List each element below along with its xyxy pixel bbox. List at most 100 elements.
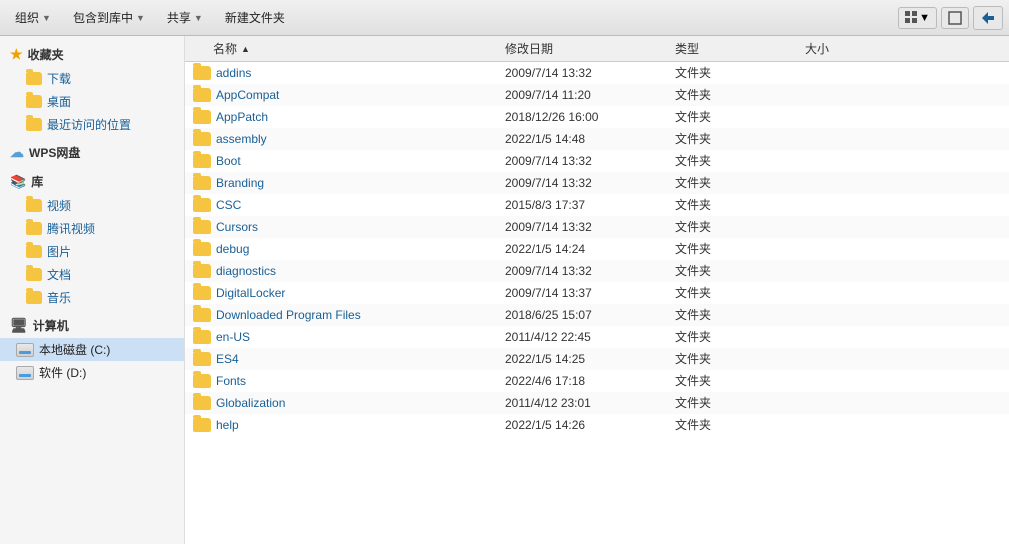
table-row[interactable]: addins 2009/7/14 13:32 文件夹 <box>185 62 1009 84</box>
column-date-label: 修改日期 <box>505 42 553 56</box>
sidebar: ★ 收藏夹 下载 桌面 最近访问的位置 ☁ WPS网盘 <box>0 36 185 544</box>
table-row[interactable]: AppPatch 2018/12/26 16:00 文件夹 <box>185 106 1009 128</box>
table-row[interactable]: Boot 2009/7/14 13:32 文件夹 <box>185 150 1009 172</box>
include-library-arrow-icon: ▼ <box>136 13 145 23</box>
file-date-cell: 2018/12/26 16:00 <box>505 110 675 124</box>
column-size-label: 大小 <box>805 42 829 56</box>
table-row[interactable]: en-US 2011/4/12 22:45 文件夹 <box>185 326 1009 348</box>
videos-label: 视频 <box>47 197 71 214</box>
column-date[interactable]: 修改日期 <box>505 40 675 57</box>
local-disk-label: 本地磁盘 (C:) <box>39 341 110 358</box>
table-row[interactable]: AppCompat 2009/7/14 11:20 文件夹 <box>185 84 1009 106</box>
file-date-cell: 2009/7/14 13:37 <box>505 286 675 300</box>
file-date-cell: 2022/1/5 14:26 <box>505 418 675 432</box>
file-name: assembly <box>216 132 267 146</box>
file-name-cell: Cursors <box>185 220 505 234</box>
folder-icon <box>193 264 211 278</box>
folder-icon <box>26 268 42 281</box>
sidebar-item-tencent-video[interactable]: 腾讯视频 <box>0 217 184 240</box>
file-date-cell: 2009/7/14 11:20 <box>505 88 675 102</box>
file-name-cell: ES4 <box>185 352 505 366</box>
table-row[interactable]: debug 2022/1/5 14:24 文件夹 <box>185 238 1009 260</box>
folder-icon <box>193 66 211 80</box>
computer-header[interactable]: 🖥 计算机 <box>0 313 184 338</box>
table-row[interactable]: diagnostics 2009/7/14 13:32 文件夹 <box>185 260 1009 282</box>
table-row[interactable]: Globalization 2011/4/12 23:01 文件夹 <box>185 392 1009 414</box>
sidebar-item-local-disk[interactable]: 本地磁盘 (C:) <box>0 338 184 361</box>
window-icon <box>948 11 962 25</box>
table-row[interactable]: assembly 2022/1/5 14:48 文件夹 <box>185 128 1009 150</box>
file-name-cell: debug <box>185 242 505 256</box>
back-icon <box>980 10 996 26</box>
column-type-label: 类型 <box>675 42 699 56</box>
file-date-cell: 2009/7/14 13:32 <box>505 176 675 190</box>
sidebar-item-soft-disk[interactable]: 软件 (D:) <box>0 361 184 384</box>
window-button[interactable] <box>941 7 969 29</box>
file-name-cell: AppPatch <box>185 110 505 124</box>
column-headers: 名称 ▲ 修改日期 类型 大小 <box>185 36 1009 62</box>
file-type-cell: 文件夹 <box>675 350 805 367</box>
folder-icon <box>193 286 211 300</box>
file-date-cell: 2009/7/14 13:32 <box>505 264 675 278</box>
sidebar-item-documents[interactable]: 文档 <box>0 263 184 286</box>
library-section: 📚 库 视频 腾讯视频 图片 文档 音乐 <box>0 169 184 309</box>
file-name: CSC <box>216 198 241 212</box>
folder-icon <box>193 418 211 432</box>
file-name-cell: en-US <box>185 330 505 344</box>
favorites-header[interactable]: ★ 收藏夹 <box>0 42 184 67</box>
file-type-cell: 文件夹 <box>675 64 805 81</box>
folder-icon <box>193 132 211 146</box>
file-name: Boot <box>216 154 241 168</box>
table-row[interactable]: Fonts 2022/4/6 17:18 文件夹 <box>185 370 1009 392</box>
folder-icon <box>26 222 42 235</box>
sidebar-item-videos[interactable]: 视频 <box>0 194 184 217</box>
sidebar-item-downloads[interactable]: 下载 <box>0 67 184 90</box>
library-header[interactable]: 📚 库 <box>0 169 184 194</box>
sidebar-item-desktop[interactable]: 桌面 <box>0 90 184 113</box>
file-name-cell: DigitalLocker <box>185 286 505 300</box>
column-size[interactable]: 大小 <box>805 40 905 57</box>
view-toggle-button[interactable]: ▼ <box>898 7 937 29</box>
file-type-cell: 文件夹 <box>675 262 805 279</box>
file-date-cell: 2018/6/25 15:07 <box>505 308 675 322</box>
file-type-cell: 文件夹 <box>675 328 805 345</box>
computer-section: 🖥 计算机 本地磁盘 (C:) 软件 (D:) <box>0 313 184 384</box>
file-name: Fonts <box>216 374 246 388</box>
table-row[interactable]: Downloaded Program Files 2018/6/25 15:07… <box>185 304 1009 326</box>
table-row[interactable]: CSC 2015/8/3 17:37 文件夹 <box>185 194 1009 216</box>
folder-icon <box>193 110 211 124</box>
file-type-cell: 文件夹 <box>675 108 805 125</box>
table-row[interactable]: ES4 2022/1/5 14:25 文件夹 <box>185 348 1009 370</box>
sidebar-item-pictures[interactable]: 图片 <box>0 240 184 263</box>
music-label: 音乐 <box>47 289 71 306</box>
file-date-cell: 2022/1/5 14:24 <box>505 242 675 256</box>
sidebar-item-music[interactable]: 音乐 <box>0 286 184 309</box>
new-folder-button[interactable]: 新建文件夹 <box>216 5 294 30</box>
organize-button[interactable]: 组织 ▼ <box>6 5 60 30</box>
file-name-cell: Fonts <box>185 374 505 388</box>
wps-header[interactable]: ☁ WPS网盘 <box>0 140 184 165</box>
table-row[interactable]: Branding 2009/7/14 13:32 文件夹 <box>185 172 1009 194</box>
sidebar-item-recent[interactable]: 最近访问的位置 <box>0 113 184 136</box>
cloud-icon: ☁ <box>10 144 24 161</box>
table-row[interactable]: help 2022/1/5 14:26 文件夹 <box>185 414 1009 436</box>
table-row[interactable]: DigitalLocker 2009/7/14 13:37 文件夹 <box>185 282 1009 304</box>
file-name-cell: assembly <box>185 132 505 146</box>
table-row[interactable]: Cursors 2009/7/14 13:32 文件夹 <box>185 216 1009 238</box>
computer-label: 计算机 <box>33 317 69 334</box>
share-button[interactable]: 共享 ▼ <box>158 5 212 30</box>
file-name-cell: Downloaded Program Files <box>185 308 505 322</box>
star-icon: ★ <box>10 46 23 63</box>
file-name-cell: Globalization <box>185 396 505 410</box>
column-name[interactable]: 名称 ▲ <box>185 40 505 57</box>
include-library-button[interactable]: 包含到库中 ▼ <box>64 5 154 30</box>
recent-label: 最近访问的位置 <box>47 116 131 133</box>
desktop-label: 桌面 <box>47 93 71 110</box>
file-type-cell: 文件夹 <box>675 372 805 389</box>
file-name: diagnostics <box>216 264 276 278</box>
drive-d-icon <box>16 366 34 380</box>
back-button[interactable] <box>973 6 1003 30</box>
file-date-cell: 2022/4/6 17:18 <box>505 374 675 388</box>
column-type[interactable]: 类型 <box>675 40 805 57</box>
file-type-cell: 文件夹 <box>675 174 805 191</box>
